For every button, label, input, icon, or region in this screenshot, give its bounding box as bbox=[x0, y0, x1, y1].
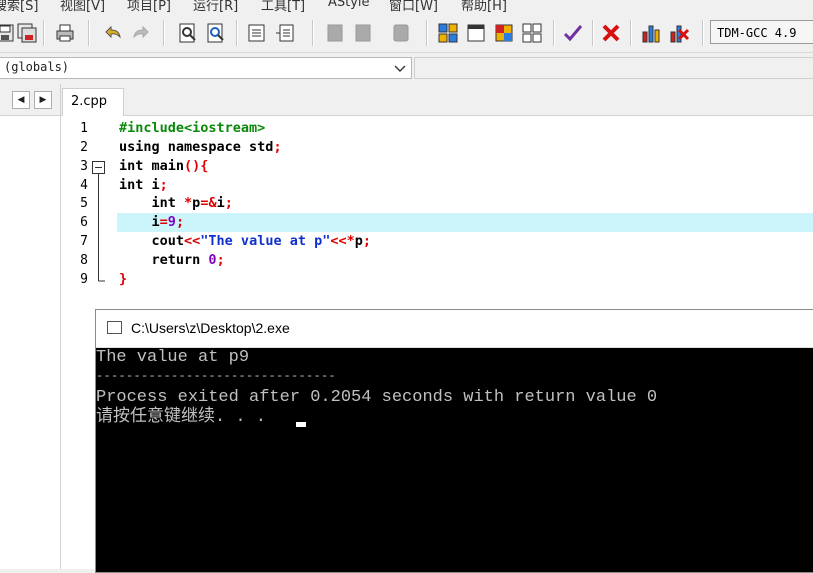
redo-icon[interactable] bbox=[130, 22, 152, 44]
code-line-9: } bbox=[119, 271, 128, 287]
console-cursor bbox=[296, 422, 306, 427]
console-line-prompt: 请按任意键继续. . . bbox=[96, 408, 267, 427]
chevron-down-icon[interactable] bbox=[392, 59, 408, 77]
unindent-icon[interactable] bbox=[274, 22, 296, 44]
undo-icon[interactable] bbox=[102, 22, 124, 44]
menu-project[interactable]: 项目[P] bbox=[127, 0, 171, 14]
menu-window[interactable]: 窗口[W] bbox=[389, 0, 438, 14]
save-all-icon[interactable] bbox=[16, 22, 38, 44]
save-icon[interactable] bbox=[0, 22, 16, 44]
line-number: 3 bbox=[80, 159, 88, 174]
print-icon[interactable] bbox=[54, 22, 76, 44]
fold-marker-icon[interactable] bbox=[91, 160, 107, 288]
console-line-exit: Process exited after 0.2054 seconds with… bbox=[96, 388, 658, 407]
line-number: 8 bbox=[80, 253, 88, 268]
indent-icon[interactable] bbox=[246, 22, 268, 44]
menu-bar: 搜索[S] 视图[V] 项目[P] 运行[R] 工具[T] AStyle 窗口[… bbox=[0, 0, 813, 14]
project-panel: ◀ ▶ bbox=[0, 84, 61, 569]
panel-next-button[interactable]: ▶ bbox=[34, 91, 52, 109]
scope-row: (globals) bbox=[0, 55, 813, 82]
toolbar-separator bbox=[43, 20, 45, 46]
console-window[interactable]: C:\Users\z\Desktop\2.exe The value at p9… bbox=[95, 309, 813, 573]
line-number: 4 bbox=[80, 178, 88, 193]
line-number: 9 bbox=[80, 272, 88, 287]
toolbar-separator bbox=[312, 20, 314, 46]
run-icon[interactable] bbox=[465, 22, 487, 44]
toolbar-separator bbox=[88, 20, 90, 46]
profile-icon[interactable] bbox=[640, 22, 662, 44]
console-line-divider: -------------------------------- bbox=[96, 369, 337, 383]
compile-run-icon[interactable] bbox=[493, 22, 515, 44]
code-line-3: int main(){ bbox=[119, 158, 209, 174]
toolbar: TDM-GCC 4.9 bbox=[0, 14, 813, 53]
console-output[interactable]: The value at p9 ------------------------… bbox=[96, 348, 813, 572]
line-number: 2 bbox=[80, 140, 88, 155]
bookmark-next-icon[interactable] bbox=[352, 22, 374, 44]
line-number: 1 bbox=[80, 121, 88, 136]
toolbar-separator bbox=[630, 20, 632, 46]
line-number: 7 bbox=[80, 234, 88, 249]
console-title-bar[interactable]: C:\Users\z\Desktop\2.exe bbox=[96, 310, 813, 348]
code-line-4: int i; bbox=[119, 177, 168, 193]
toolbar-separator bbox=[163, 20, 165, 46]
compile-icon[interactable] bbox=[437, 22, 459, 44]
find-icon[interactable] bbox=[177, 22, 199, 44]
toolbar-separator bbox=[553, 20, 555, 46]
scope-value: (globals) bbox=[4, 60, 70, 74]
code-line-5: int *p=&i; bbox=[151, 195, 233, 211]
code-line-2: using namespace std; bbox=[119, 139, 282, 155]
project-panel-header: ◀ ▶ bbox=[0, 84, 60, 116]
toolbar-separator bbox=[426, 20, 428, 46]
console-line-output: The value at p9 bbox=[96, 348, 250, 367]
symbol-dropdown[interactable] bbox=[414, 57, 813, 79]
line-number: 6 bbox=[80, 215, 88, 230]
scope-dropdown[interactable]: (globals) bbox=[0, 57, 412, 79]
editor-tabs: 2.cpp bbox=[61, 84, 813, 116]
toolbar-separator bbox=[592, 20, 594, 46]
line-number: 5 bbox=[80, 196, 88, 211]
goto-icon[interactable] bbox=[390, 22, 412, 44]
menu-run[interactable]: 运行[R] bbox=[193, 0, 238, 14]
toolbar-separator bbox=[236, 20, 238, 46]
menu-view[interactable]: 视图[V] bbox=[60, 0, 105, 14]
bookmark-prev-icon[interactable] bbox=[324, 22, 346, 44]
panel-prev-button[interactable]: ◀ bbox=[12, 91, 30, 109]
compiler-select[interactable]: TDM-GCC 4.9 bbox=[710, 20, 813, 44]
menu-astyle[interactable]: AStyle bbox=[328, 0, 370, 10]
tab-2-cpp[interactable]: 2.cpp bbox=[62, 88, 124, 116]
rebuild-icon[interactable] bbox=[521, 22, 543, 44]
current-line-highlight bbox=[117, 213, 813, 232]
menu-help[interactable]: 帮助[H] bbox=[461, 0, 507, 14]
toolbar-separator bbox=[702, 20, 704, 46]
menu-tools[interactable]: 工具[T] bbox=[261, 0, 305, 14]
replace-icon[interactable] bbox=[205, 22, 227, 44]
stop-icon[interactable] bbox=[600, 22, 622, 44]
delete-profile-icon[interactable] bbox=[668, 22, 690, 44]
console-title: C:\Users\z\Desktop\2.exe bbox=[131, 320, 290, 336]
syntax-check-icon[interactable] bbox=[562, 22, 584, 44]
menu-search[interactable]: 搜索[S] bbox=[0, 0, 38, 14]
code-line-8: return 0; bbox=[151, 252, 225, 268]
code-line-7: cout<<"The value at p"<<*p; bbox=[151, 233, 372, 249]
code-line-1: #include<iostream> bbox=[119, 120, 266, 136]
code-line-6: i=9; bbox=[151, 214, 185, 230]
console-app-icon bbox=[107, 321, 122, 334]
